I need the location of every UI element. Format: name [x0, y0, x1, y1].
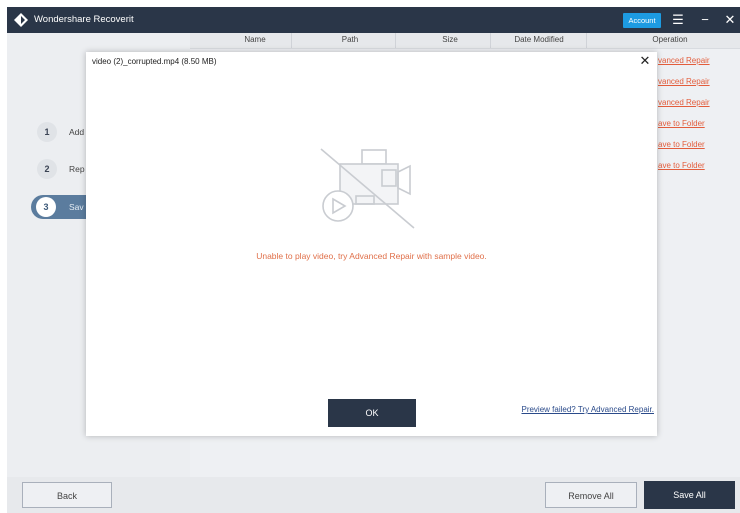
hamburger-menu-icon[interactable]: ☰	[670, 10, 686, 30]
save-to-folder-link[interactable]: ave to Folder	[658, 119, 705, 128]
error-message: Unable to play video, try Advanced Repai…	[256, 251, 487, 261]
save-to-folder-link[interactable]: ave to Folder	[658, 140, 705, 149]
advanced-repair-link[interactable]: vanced Repair	[658, 56, 710, 65]
column-header-date-modified[interactable]: Date Modified	[495, 35, 583, 44]
step-label: Sav	[69, 202, 84, 212]
column-divider	[586, 33, 587, 48]
preview-dialog: video (2)_corrupted.mp4 (8.50 MB) ✕ Unab…	[86, 52, 657, 436]
step-number: 3	[36, 197, 56, 217]
column-divider	[490, 33, 491, 48]
step-number: 2	[37, 159, 57, 179]
ok-button[interactable]: OK	[328, 399, 416, 427]
back-button[interactable]: Back	[22, 482, 112, 508]
step-number: 1	[37, 122, 57, 142]
save-to-folder-link[interactable]: ave to Folder	[658, 161, 705, 170]
step-label: Add	[69, 127, 85, 137]
advanced-repair-link[interactable]: vanced Repair	[658, 77, 710, 86]
column-header-size[interactable]: Size	[410, 35, 490, 44]
minimize-icon[interactable]: −	[697, 10, 713, 30]
column-header-name[interactable]: Name	[220, 35, 290, 44]
column-divider	[395, 33, 396, 48]
save-all-button[interactable]: Save All	[644, 481, 735, 509]
close-icon[interactable]: ✕	[638, 53, 652, 69]
column-divider	[291, 33, 292, 48]
column-header-operation: Operation	[652, 35, 688, 44]
video-camera-slashed-icon	[318, 148, 418, 230]
close-icon[interactable]: ✕	[722, 10, 738, 30]
step-label: Rep	[69, 164, 85, 174]
table-header: Name Path Size Date Modified Operation	[190, 33, 740, 49]
app-title: Wondershare Recoverit	[34, 14, 134, 25]
title-bar: Wondershare Recoverit Account ☰ − ✕	[7, 7, 740, 33]
dialog-title: video (2)_corrupted.mp4 (8.50 MB)	[92, 57, 217, 66]
bottom-bar: Back Remove All Save All	[7, 477, 740, 513]
column-header-path[interactable]: Path	[310, 35, 390, 44]
advanced-repair-link[interactable]: vanced Repair	[658, 98, 710, 107]
account-button[interactable]: Account	[623, 13, 661, 28]
try-advanced-repair-link[interactable]: Preview failed? Try Advanced Repair.	[521, 405, 654, 414]
recoverit-logo-icon	[13, 12, 29, 28]
remove-all-button[interactable]: Remove All	[545, 482, 637, 508]
